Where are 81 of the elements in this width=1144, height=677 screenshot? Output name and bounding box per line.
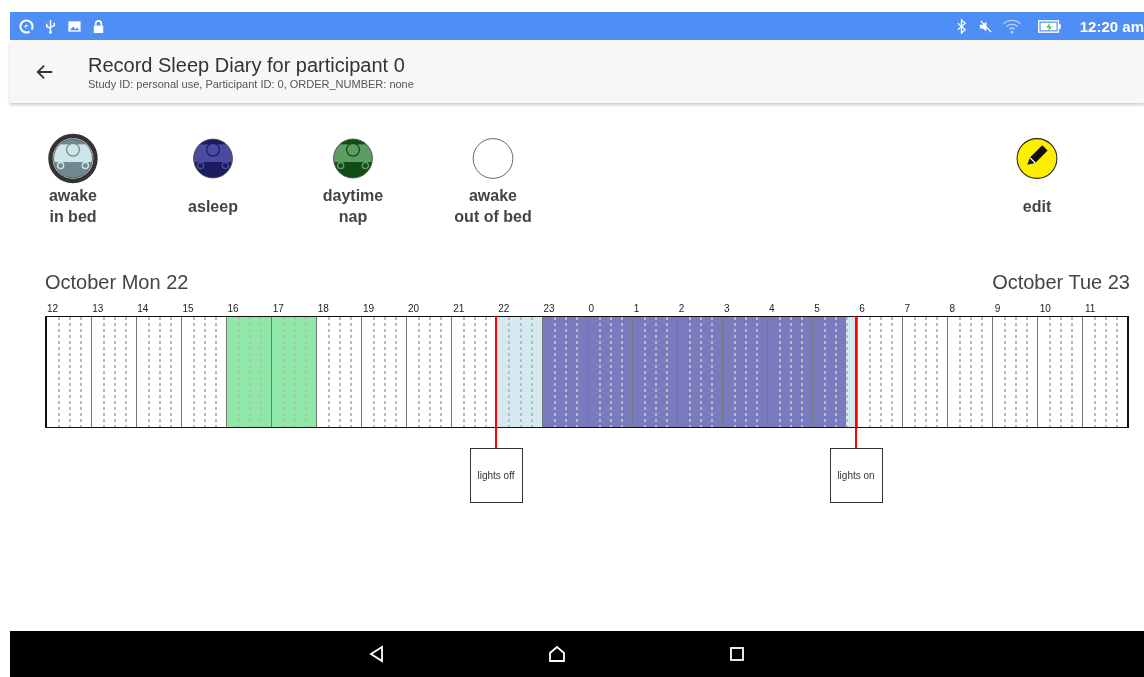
hour-label: 20 — [408, 303, 420, 314]
time-slot[interactable] — [733, 317, 745, 427]
legend-label: daytime nap — [322, 186, 384, 227]
recents-icon[interactable] — [727, 644, 747, 664]
time-slot[interactable] — [598, 317, 610, 427]
marker-label: lights off — [469, 448, 523, 503]
time-slot[interactable] — [249, 317, 261, 427]
hour-label: 2 — [678, 303, 685, 314]
screen-title: Record Sleep Diary for participant 0 — [88, 52, 406, 77]
hour-label: 12 — [47, 303, 59, 314]
battery-charging-icon — [1036, 18, 1063, 34]
hour-label: 6 — [859, 303, 865, 314]
hour-label: 19 — [362, 303, 374, 314]
time-slot[interactable] — [575, 317, 587, 427]
lock-icon — [91, 18, 106, 34]
time-slot[interactable] — [699, 317, 711, 427]
time-slot[interactable] — [305, 317, 317, 427]
hour-label: 9 — [994, 303, 1001, 314]
hour-label: 4 — [769, 303, 775, 314]
legend-label: edit — [1022, 196, 1052, 217]
image-icon — [67, 18, 82, 34]
time-slot[interactable] — [508, 317, 520, 427]
time-slot[interactable] — [564, 317, 576, 427]
time-slot[interactable] — [238, 317, 250, 427]
hour-label: 15 — [182, 303, 194, 314]
hour-label: 18 — [317, 303, 329, 314]
time-slot[interactable] — [609, 317, 621, 427]
time-slot[interactable] — [260, 317, 272, 427]
time-slot[interactable] — [744, 317, 756, 427]
time-slot[interactable] — [654, 317, 666, 427]
time-slot[interactable] — [553, 317, 565, 427]
time-slot[interactable] — [755, 317, 767, 427]
screen-subtitle: Study ID: personal use, Participant ID: 0, ORDER_NUMBER: none — [88, 76, 414, 91]
hour-label: 13 — [92, 303, 104, 314]
time-slot[interactable] — [834, 317, 846, 427]
time-slot[interactable] — [620, 317, 632, 427]
usb-icon — [43, 18, 58, 34]
home-icon[interactable] — [547, 644, 567, 664]
back-arrow-icon[interactable] — [36, 62, 54, 81]
hour-label: 14 — [137, 303, 149, 314]
hour-label: 8 — [949, 303, 956, 314]
time-slot[interactable] — [800, 317, 812, 427]
sleep-timeline[interactable] — [45, 316, 1129, 428]
time-slot[interactable] — [497, 317, 509, 427]
hour-label: 22 — [498, 303, 510, 314]
time-slot[interactable] — [643, 317, 655, 427]
hour-label: 7 — [904, 303, 910, 314]
time-slot[interactable] — [519, 317, 531, 427]
status-time: 12:20 am — [1079, 17, 1144, 35]
time-slot[interactable] — [283, 317, 295, 427]
hour-label: 16 — [227, 303, 239, 314]
time-slot[interactable] — [688, 317, 700, 427]
time-slot[interactable] — [710, 317, 722, 427]
legend-label: awake out of bed — [454, 186, 532, 227]
hour-label: 5 — [814, 303, 820, 314]
time-slot[interactable] — [665, 317, 677, 427]
time-slot[interactable] — [789, 317, 801, 427]
hour-label: 11 — [1084, 303, 1096, 314]
time-slot[interactable] — [294, 317, 306, 427]
start-date: October Mon 22 — [45, 270, 189, 294]
time-slot[interactable] — [530, 317, 542, 427]
hour-label: 21 — [453, 303, 465, 314]
app-notification-icon — [19, 18, 34, 34]
end-date: October Tue 23 — [992, 270, 1130, 294]
muted-speaker-icon — [977, 18, 993, 34]
hour-label: 1 — [633, 303, 640, 314]
wifi-icon — [1001, 18, 1022, 34]
hour-label: 10 — [1039, 303, 1051, 314]
hour-label: 23 — [543, 303, 555, 314]
time-slot[interactable] — [823, 317, 835, 427]
time-slot[interactable] — [778, 317, 790, 427]
time-slot[interactable] — [227, 317, 239, 427]
time-slot[interactable] — [272, 317, 284, 427]
time-slot[interactable] — [845, 317, 857, 427]
legend-label: awake in bed — [48, 186, 97, 227]
marker-label: lights on — [829, 448, 883, 503]
hour-label: 3 — [723, 303, 730, 314]
legend-label: asleep — [188, 196, 238, 217]
sleeping-figure-icon[interactable] — [45, 132, 101, 185]
hour-label: 0 — [588, 303, 595, 314]
hour-label: 17 — [272, 303, 284, 314]
